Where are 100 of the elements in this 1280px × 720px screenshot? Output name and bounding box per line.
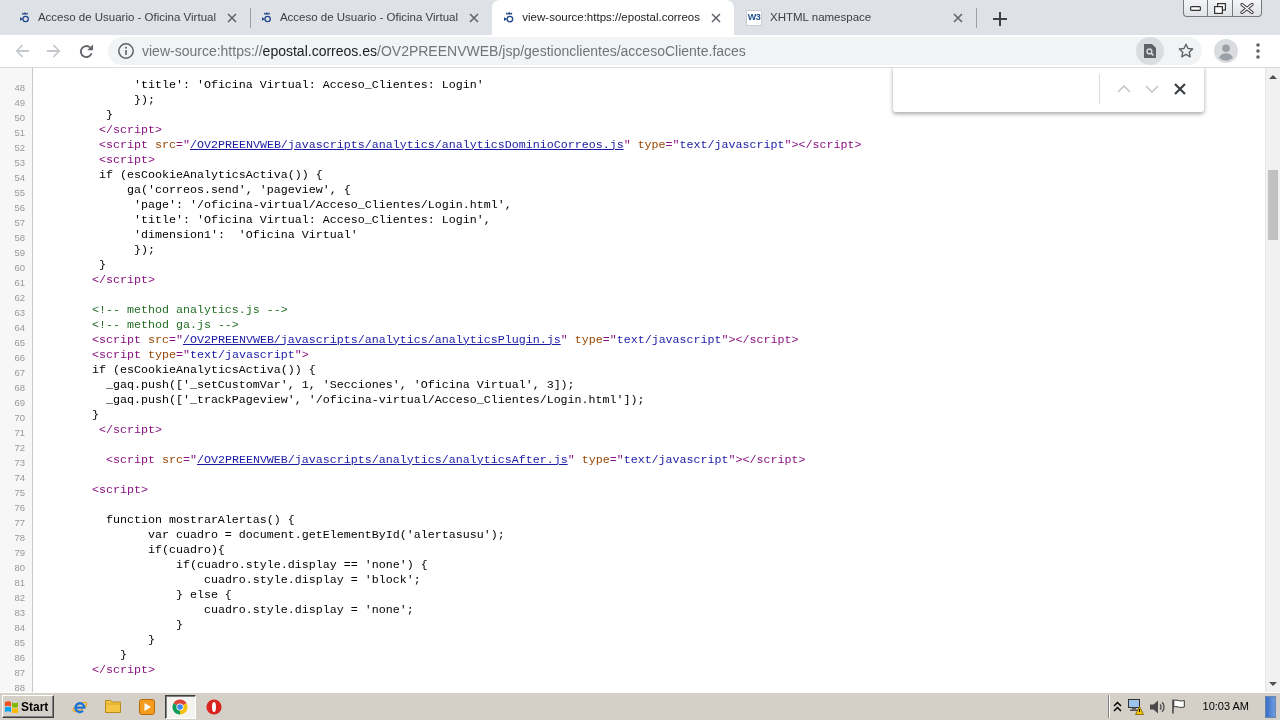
line-number: 68: [14, 381, 25, 393]
find-in-page-button[interactable]: [1136, 37, 1164, 65]
code-line: <script>: [98, 152, 155, 167]
code-line: cuadro.style.display = 'none';: [203, 602, 414, 617]
line-number: 48: [14, 81, 25, 93]
postal-horn-icon: [504, 10, 515, 25]
code-line: }: [98, 257, 106, 272]
code-line: if(cuadro){: [147, 542, 225, 557]
code-line: if(cuadro.style.display == 'none') {: [175, 557, 428, 572]
code-line: 'title': 'Oficina Virtual: Acceso_Clientes: Login': [133, 77, 484, 92]
line-number: 73: [14, 456, 25, 468]
address-bar[interactable]: view-source:https://epostal.correos.es/OV2PREENVWEB/jsp/gestionclientes/accesoCliente.faces: [108, 37, 1202, 65]
scrollbar[interactable]: [1265, 68, 1280, 692]
minimize-icon: [1190, 5, 1201, 11]
alert-icon: [205, 698, 222, 715]
line-number: 50: [14, 111, 25, 123]
line-number: 76: [14, 501, 25, 513]
code-line: cuadro.style.display = 'block';: [203, 572, 421, 587]
start-logo-icon: [5, 700, 19, 713]
info-icon: [118, 43, 134, 59]
line-number: 75: [14, 486, 25, 498]
reload-icon: [78, 43, 94, 59]
code-line: <script src="/OV2PREENVWEB/javascripts/analytics/analyticsPlugin.js" type="text/javascript"></script>: [91, 332, 799, 347]
code-line: </script>: [91, 272, 155, 287]
line-number: 81: [14, 576, 25, 588]
code-line: 'title': 'Oficina Virtual: Acceso_Clientes: Login',: [133, 212, 491, 227]
close-icon: [1174, 83, 1186, 95]
plus-icon: [993, 12, 1007, 26]
line-number: 58: [14, 231, 25, 243]
code-line: }: [147, 632, 155, 647]
source-link[interactable]: /OV2PREENVWEB/javascripts/analytics/analyticsAfter.js: [196, 452, 568, 467]
restore-icon: [1214, 2, 1226, 14]
line-number: 78: [14, 531, 25, 543]
browser-tab[interactable]: Acceso de Usuario - Oficina Virtual: [250, 0, 492, 35]
start-button[interactable]: Start: [2, 695, 54, 718]
code-line: <script src="/OV2PREENVWEB/javascripts/analytics/analyticsDominioCorreos.js" type="text/javascript"></script>: [98, 137, 862, 152]
code-line: });: [133, 92, 155, 107]
scrollbar-thumb[interactable]: [1268, 170, 1278, 240]
line-number: 49: [14, 96, 25, 108]
code-line: });: [133, 242, 155, 257]
taskbar-button[interactable]: [164, 694, 196, 719]
postal-horn-icon: [262, 10, 272, 25]
line-number: 83: [14, 606, 25, 618]
chevron-down-icon: [1145, 85, 1159, 93]
back-arrow-icon: [15, 44, 29, 58]
triangle-down-icon: [1269, 681, 1277, 686]
line-number: 66: [14, 351, 25, 363]
folder-icon: [105, 700, 121, 713]
line-number: 84: [14, 621, 25, 633]
browser-tab[interactable]: view-source:https://epostal.correos: [492, 0, 734, 35]
line-number: 63: [14, 306, 25, 318]
line-number: 56: [14, 201, 25, 213]
line-number: 70: [14, 411, 25, 423]
code-line: } else {: [175, 587, 232, 602]
line-number: 54: [14, 171, 25, 183]
close-icon: [469, 12, 479, 23]
chevron-up-icon: [1117, 85, 1131, 93]
minimize-button[interactable]: [1183, 0, 1208, 17]
play-icon: [138, 698, 155, 715]
browser-tab[interactable]: Acceso de Usuario - Oficina Virtual: [8, 0, 250, 35]
volume-icon[interactable]: [1149, 699, 1166, 714]
clock: 10:03 AM: [1202, 699, 1249, 715]
browser-icon: [172, 698, 188, 715]
profile-button[interactable]: [1212, 37, 1240, 65]
line-number: 69: [14, 396, 25, 408]
triangle-up-icon: [1269, 74, 1277, 79]
restore-button[interactable]: [1207, 0, 1233, 17]
line-number: 51: [14, 126, 25, 138]
line-number: 53: [14, 156, 25, 168]
site-info-button[interactable]: [118, 43, 134, 59]
line-number: 65: [14, 336, 25, 348]
double-chevron-up-icon[interactable]: [1112, 701, 1122, 712]
code-line: }: [119, 647, 127, 662]
line-number: 85: [14, 636, 25, 648]
code-line: }: [175, 617, 183, 632]
code-line: ga('correos.send', 'pageview', {: [126, 182, 351, 197]
network-warning-icon[interactable]: [1127, 698, 1144, 715]
flag-icon[interactable]: [1171, 699, 1185, 714]
line-number: 57: [14, 216, 25, 228]
site-logo: W3: [746, 9, 762, 26]
close-icon: [1240, 2, 1254, 14]
line-number: 82: [14, 591, 25, 603]
line-number: 72: [14, 441, 25, 453]
code-line: _gaq.push(['_trackPageview', '/oficina-virtual/Acceso_Clientes/Login.html']);: [105, 392, 645, 407]
code-line: </script>: [98, 122, 162, 137]
line-number: 71: [14, 426, 25, 438]
page-search-icon: [1144, 44, 1156, 58]
code-line: </script>: [91, 662, 155, 677]
browser-tab[interactable]: W3 XHTML namespace: [734, 0, 976, 35]
menu-icon: [1256, 43, 1260, 59]
code-line: <!-- method analytics.js -->: [91, 302, 288, 317]
source-link[interactable]: /OV2PREENVWEB/javascripts/analytics/analyticsPlugin.js: [182, 332, 561, 347]
source-link[interactable]: /OV2PREENVWEB/javascripts/analytics/analyticsDominioCorreos.js: [189, 137, 624, 152]
show-desktop-button[interactable]: [1265, 695, 1276, 718]
code-line: 'dimension1': 'Oficina Virtual': [133, 227, 358, 242]
code-line: _gaq.push(['_setCustomVar', 1, 'Secciones', 'Oficina Virtual', 3]);: [105, 377, 575, 392]
close-window-button[interactable]: [1232, 0, 1262, 17]
close-icon: [227, 12, 237, 23]
line-number: 59: [14, 246, 25, 258]
code-line: if (esCookieAnalyticsActiva()) {: [98, 167, 323, 182]
